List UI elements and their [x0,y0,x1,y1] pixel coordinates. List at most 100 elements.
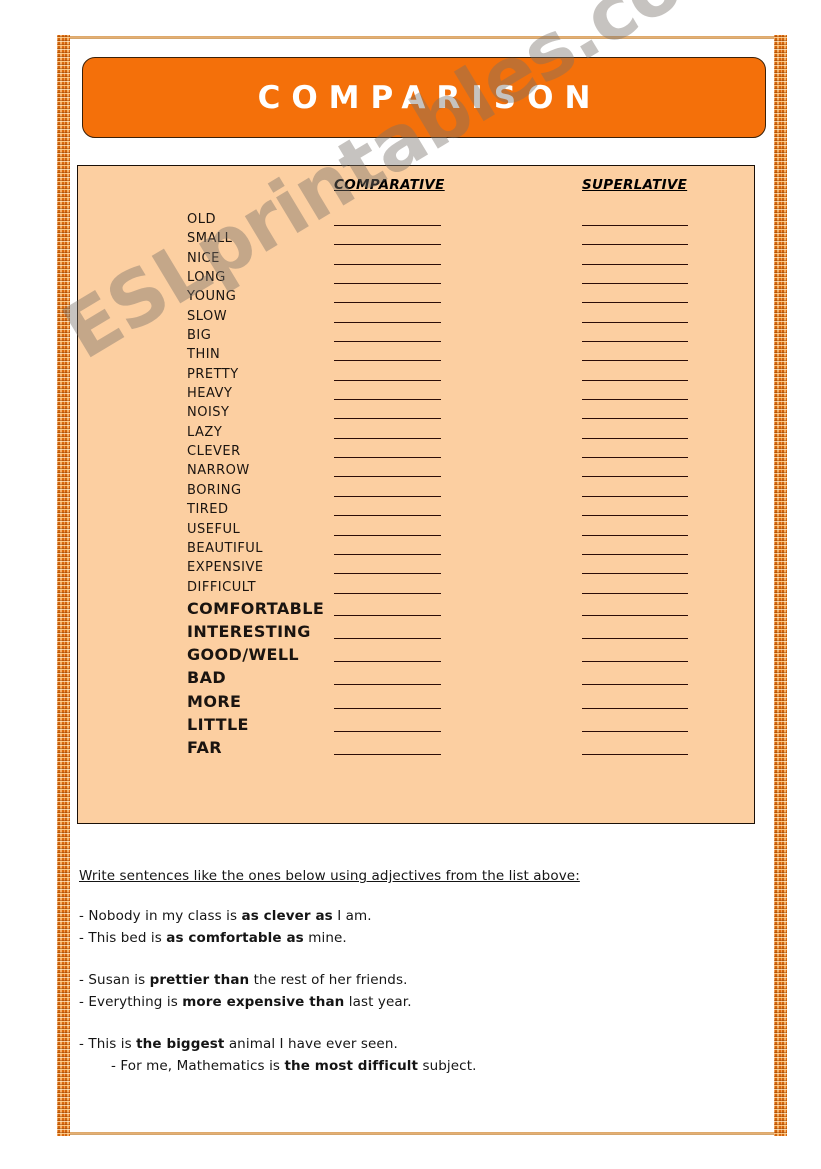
adjective-label: BIG [187,328,212,344]
comparative-answer-blank[interactable] [334,638,441,640]
comparative-answer-blank[interactable] [334,661,441,663]
table-row: SMALL [78,231,754,250]
adjective-label: COMFORTABLE [187,598,325,618]
table-row: EXPENSIVE [78,560,754,579]
page-border-bottom [70,1132,774,1135]
table-row: THIN [78,347,754,366]
page-border-right [774,35,787,1136]
superlative-answer-blank[interactable] [582,283,688,285]
comparative-answer-blank[interactable] [334,730,441,732]
sentence-prefix: - This is [79,1036,137,1052]
comparative-answer-blank[interactable] [334,283,441,285]
column-header-superlative: SUPERLATIVE [582,177,688,193]
comparative-answer-blank[interactable] [334,341,441,343]
superlative-answer-blank[interactable] [582,360,688,362]
table-row: LITTLE [78,715,754,738]
comparative-answer-blank[interactable] [334,495,441,497]
adjective-label: PRETTY [187,366,239,382]
comparative-answer-blank[interactable] [334,418,441,420]
comparative-answer-blank[interactable] [334,592,441,594]
sentence-suffix: mine. [303,930,347,946]
adjective-label: LITTLE [187,714,249,734]
comparative-answer-blank[interactable] [334,302,441,304]
table-row: PRETTY [78,367,754,386]
comparative-answer-blank[interactable] [334,476,441,478]
adjective-label: DIFFICULT [187,579,257,595]
superlative-answer-blank[interactable] [582,684,688,686]
superlative-answer-blank[interactable] [582,476,688,478]
adjective-label: EXPENSIVE [187,560,264,576]
comparative-answer-blank[interactable] [334,573,441,575]
sentence-highlight: the biggest [136,1036,225,1052]
comparative-answer-blank[interactable] [334,515,441,517]
example-sentences: - Nobody in my class is as clever as I a… [79,905,739,1077]
table-row: TIRED [78,502,754,521]
adjective-label: HEAVY [187,386,233,402]
table-row: BAD [78,668,754,691]
adjective-label: OLD [187,212,216,227]
superlative-answer-blank[interactable] [582,437,688,439]
superlative-answer-blank[interactable] [582,341,688,343]
sentence-highlight: as clever as [241,908,333,924]
superlative-answer-blank[interactable] [582,418,688,420]
superlative-answer-blank[interactable] [582,638,688,640]
superlative-answer-blank[interactable] [582,614,688,616]
sentence-highlight: more expensive than [182,994,345,1010]
comparative-answer-blank[interactable] [334,263,441,265]
adjective-label: NARROW [187,463,250,479]
comparative-answer-blank[interactable] [334,321,441,323]
superlative-answer-blank[interactable] [582,592,688,594]
superlative-answer-blank[interactable] [582,534,688,536]
table-row: NICE [78,251,754,270]
superlative-answer-blank[interactable] [582,302,688,304]
table-row: OLD [78,212,754,231]
comparative-answer-blank[interactable] [334,244,441,246]
comparative-answer-blank[interactable] [334,553,441,555]
adjective-label: INTERESTING [187,622,311,642]
table-row: MORE [78,692,754,715]
superlative-answer-blank[interactable] [582,225,688,226]
superlative-answer-blank[interactable] [582,553,688,555]
sentence-prefix: - Nobody in my class is [79,908,242,924]
superlative-answer-blank[interactable] [582,399,688,401]
superlative-answer-blank[interactable] [582,754,688,755]
comparative-answer-blank[interactable] [334,360,441,362]
sentence-suffix: subject. [418,1058,477,1074]
sentence-prefix: - This bed is [79,930,167,946]
superlative-answer-blank[interactable] [582,515,688,517]
superlative-answer-blank[interactable] [582,263,688,265]
superlative-answer-blank[interactable] [582,244,688,246]
instructions-text: Write sentences like the ones below usin… [79,868,580,884]
superlative-answer-blank[interactable] [582,573,688,575]
comparative-answer-blank[interactable] [334,225,441,226]
sentence-suffix: I am. [332,908,372,924]
comparative-answer-blank[interactable] [334,437,441,439]
superlative-answer-blank[interactable] [582,321,688,323]
table-row: SLOW [78,309,754,328]
comparative-answer-blank[interactable] [334,399,441,401]
comparative-answer-blank[interactable] [334,684,441,686]
example-sentence: - For me, Mathematics is the most diffic… [79,1055,739,1077]
superlative-answer-blank[interactable] [582,379,688,381]
comparative-answer-blank[interactable] [334,379,441,381]
comparative-answer-blank[interactable] [334,614,441,616]
table-row: FAR [78,738,754,761]
table-row: CLEVER [78,444,754,463]
adjective-label: CLEVER [187,444,241,460]
table-row: YOUNG [78,289,754,308]
superlative-answer-blank[interactable] [582,457,688,459]
comparative-answer-blank[interactable] [334,707,441,709]
example-sentence: - This is the biggest animal I have ever… [79,1033,739,1055]
comparative-answer-blank[interactable] [334,457,441,459]
adjective-label: THIN [187,347,221,363]
sentence-highlight: the most difficult [284,1058,419,1074]
superlative-answer-blank[interactable] [582,707,688,709]
comparative-answer-blank[interactable] [334,754,441,755]
table-row: NARROW [78,463,754,482]
example-sentence: - Susan is prettier than the rest of her… [79,969,739,991]
superlative-answer-blank[interactable] [582,661,688,663]
superlative-answer-blank[interactable] [582,730,688,732]
superlative-answer-blank[interactable] [582,495,688,497]
sentence-highlight: prettier than [149,972,250,988]
comparative-answer-blank[interactable] [334,534,441,536]
